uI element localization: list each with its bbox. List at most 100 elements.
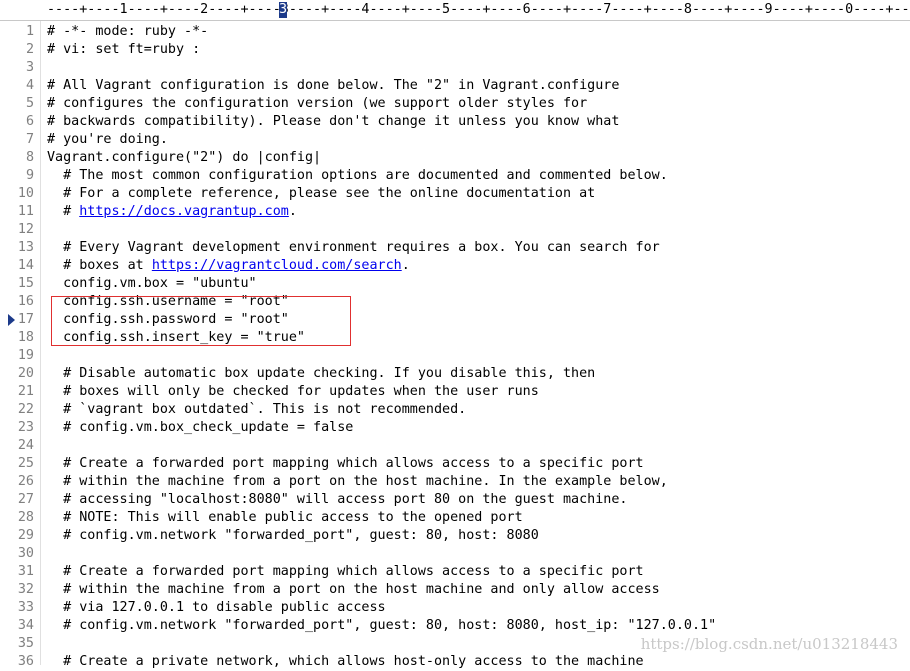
line-number: 10 bbox=[17, 186, 34, 201]
line-code: # Create a forwarded port mapping which … bbox=[47, 563, 643, 581]
line-code: # Create a forwarded port mapping which … bbox=[47, 455, 643, 473]
line-number: 19 bbox=[17, 348, 34, 363]
line-code: # The most common configuration options … bbox=[47, 167, 668, 185]
code-line[interactable]: 36 # Create a private network, which all… bbox=[0, 653, 910, 671]
line-number: 18 bbox=[17, 330, 34, 345]
code-line[interactable]: 27 # accessing "localhost:8080" will acc… bbox=[0, 491, 910, 509]
code-text: config.ssh.insert_key = "true" bbox=[47, 330, 305, 345]
code-text: # within the machine from a port on the … bbox=[47, 474, 668, 489]
line-code: # Create a private network, which allows… bbox=[47, 653, 644, 671]
code-text: # For a complete reference, please see t… bbox=[47, 186, 596, 201]
code-line[interactable]: 15 config.vm.box = "ubuntu" bbox=[0, 275, 910, 293]
line-code: # boxes at https://vagrantcloud.com/sear… bbox=[47, 257, 410, 275]
line-code: config.ssh.username = "root" bbox=[47, 293, 289, 311]
code-text: # backwards compatibility). Please don't… bbox=[47, 114, 620, 129]
code-line[interactable]: 31 # Create a forwarded port mapping whi… bbox=[0, 563, 910, 581]
code-editor[interactable]: 1 # -*- mode: ruby -*- 2 # vi: set ft=ruby … bbox=[0, 21, 910, 669]
code-text: # All Vagrant configuration is done belo… bbox=[47, 78, 620, 93]
code-text: . bbox=[401, 258, 410, 273]
code-line[interactable]: 11 # https://docs.vagrantup.com. bbox=[0, 203, 910, 221]
code-text: # configures the configuration version (… bbox=[47, 96, 588, 111]
line-number: 30 bbox=[17, 546, 34, 561]
line-code: # you're doing. bbox=[47, 131, 168, 149]
line-code: # via 127.0.0.1 to disable public access bbox=[47, 599, 386, 617]
code-line[interactable]: 29 # config.vm.network "forwarded_port",… bbox=[0, 527, 910, 545]
line-number: 36 bbox=[17, 654, 34, 669]
code-line[interactable]: 1 # -*- mode: ruby -*- bbox=[0, 23, 910, 41]
code-line[interactable]: 10 # For a complete reference, please se… bbox=[0, 185, 910, 203]
line-number: 9 bbox=[25, 168, 34, 183]
code-line[interactable]: 2 # vi: set ft=ruby : bbox=[0, 41, 910, 59]
code-line[interactable]: 7 # you're doing. bbox=[0, 131, 910, 149]
line-code: Vagrant.configure("2") do |config| bbox=[47, 149, 321, 167]
line-code: # https://docs.vagrantup.com. bbox=[47, 203, 297, 221]
code-text: # via 127.0.0.1 to disable public access bbox=[47, 600, 386, 615]
code-line[interactable]: 32 # within the machine from a port on t… bbox=[0, 581, 910, 599]
code-line[interactable]: 33 # via 127.0.0.1 to disable public acc… bbox=[0, 599, 910, 617]
code-line[interactable]: 13 # Every Vagrant development environme… bbox=[0, 239, 910, 257]
line-code: # accessing "localhost:8080" will access… bbox=[47, 491, 627, 509]
line-number: 34 bbox=[17, 618, 34, 633]
line-code: # -*- mode: ruby -*- bbox=[47, 23, 208, 41]
line-code: config.vm.box = "ubuntu" bbox=[47, 275, 257, 293]
line-number: 20 bbox=[17, 366, 34, 381]
code-text: # Create a private network, which allows… bbox=[47, 654, 644, 669]
code-line[interactable]: 17 config.ssh.password = "root" bbox=[0, 311, 910, 329]
line-code: # config.vm.box_check_update = false bbox=[47, 419, 353, 437]
code-line[interactable]: 28 # NOTE: This will enable public acces… bbox=[0, 509, 910, 527]
line-number: 22 bbox=[17, 402, 34, 417]
code-line[interactable]: 24 bbox=[0, 437, 910, 455]
ruler-text: ----+----1----+----2----+----3----+----4… bbox=[47, 2, 910, 17]
line-code: # vi: set ft=ruby : bbox=[47, 41, 200, 59]
code-line[interactable]: 6 # backwards compatibility). Please don'… bbox=[0, 113, 910, 131]
code-link[interactable]: https://vagrantcloud.com/search bbox=[152, 258, 402, 273]
code-text: # boxes will only be checked for updates… bbox=[47, 384, 539, 399]
code-line[interactable]: 21 # boxes will only be checked for upda… bbox=[0, 383, 910, 401]
code-line[interactable]: 20 # Disable automatic box update checki… bbox=[0, 365, 910, 383]
line-code: # config.vm.network "forwarded_port", gu… bbox=[47, 617, 716, 635]
line-number: 28 bbox=[17, 510, 34, 525]
line-number: 17 bbox=[17, 312, 34, 327]
code-line[interactable]: 8 Vagrant.configure("2") do |config| bbox=[0, 149, 910, 167]
line-number: 8 bbox=[25, 150, 34, 165]
line-code: config.ssh.password = "root" bbox=[47, 311, 289, 329]
ruler-cursor-column: 3 bbox=[279, 2, 288, 18]
code-text: config.ssh.username = "root" bbox=[47, 294, 289, 309]
code-line[interactable]: 26 # within the machine from a port on t… bbox=[0, 473, 910, 491]
line-code: # within the machine from a port on the … bbox=[47, 473, 668, 491]
line-code: config.ssh.insert_key = "true" bbox=[47, 329, 305, 347]
code-line[interactable]: 9 # The most common configuration option… bbox=[0, 167, 910, 185]
code-line[interactable]: 18 config.ssh.insert_key = "true" bbox=[0, 329, 910, 347]
code-line[interactable]: 4 # All Vagrant configuration is done bel… bbox=[0, 77, 910, 95]
code-text: # config.vm.network "forwarded_port", gu… bbox=[47, 618, 717, 633]
line-number: 2 bbox=[25, 42, 34, 57]
code-line[interactable]: 30 bbox=[0, 545, 910, 563]
code-text: # config.vm.box_check_update = false bbox=[47, 420, 354, 435]
line-number: 35 bbox=[17, 636, 34, 651]
code-text: . bbox=[288, 204, 297, 219]
line-number: 25 bbox=[17, 456, 34, 471]
line-number: 7 bbox=[25, 132, 34, 147]
line-code: # within the machine from a port on the … bbox=[47, 581, 660, 599]
code-text: # Every Vagrant development environment … bbox=[47, 240, 660, 255]
code-line[interactable]: 16 config.ssh.username = "root" bbox=[0, 293, 910, 311]
code-line[interactable]: 22 # `vagrant box outdated`. This is not… bbox=[0, 401, 910, 419]
line-number: 15 bbox=[17, 276, 34, 291]
code-line[interactable]: 3 bbox=[0, 59, 910, 77]
line-code: # Every Vagrant development environment … bbox=[47, 239, 660, 257]
code-link[interactable]: https://docs.vagrantup.com bbox=[79, 204, 289, 219]
line-code: # backwards compatibility). Please don't… bbox=[47, 113, 619, 131]
code-text: # you're doing. bbox=[47, 132, 168, 147]
code-line[interactable]: 23 # config.vm.box_check_update = false bbox=[0, 419, 910, 437]
code-line[interactable]: 19 bbox=[0, 347, 910, 365]
line-code: # configures the configuration version (… bbox=[47, 95, 587, 113]
code-line[interactable]: 5 # configures the configuration version … bbox=[0, 95, 910, 113]
code-text: # `vagrant box outdated`. This is not re… bbox=[47, 402, 467, 417]
line-code: # All Vagrant configuration is done belo… bbox=[47, 77, 619, 95]
code-line[interactable]: 12 bbox=[0, 221, 910, 239]
code-line[interactable]: 34 # config.vm.network "forwarded_port",… bbox=[0, 617, 910, 635]
code-text: # NOTE: This will enable public access t… bbox=[47, 510, 523, 525]
code-line[interactable]: 25 # Create a forwarded port mapping whi… bbox=[0, 455, 910, 473]
line-number: 11 bbox=[17, 204, 34, 219]
code-line[interactable]: 14 # boxes at https://vagrantcloud.com/s… bbox=[0, 257, 910, 275]
